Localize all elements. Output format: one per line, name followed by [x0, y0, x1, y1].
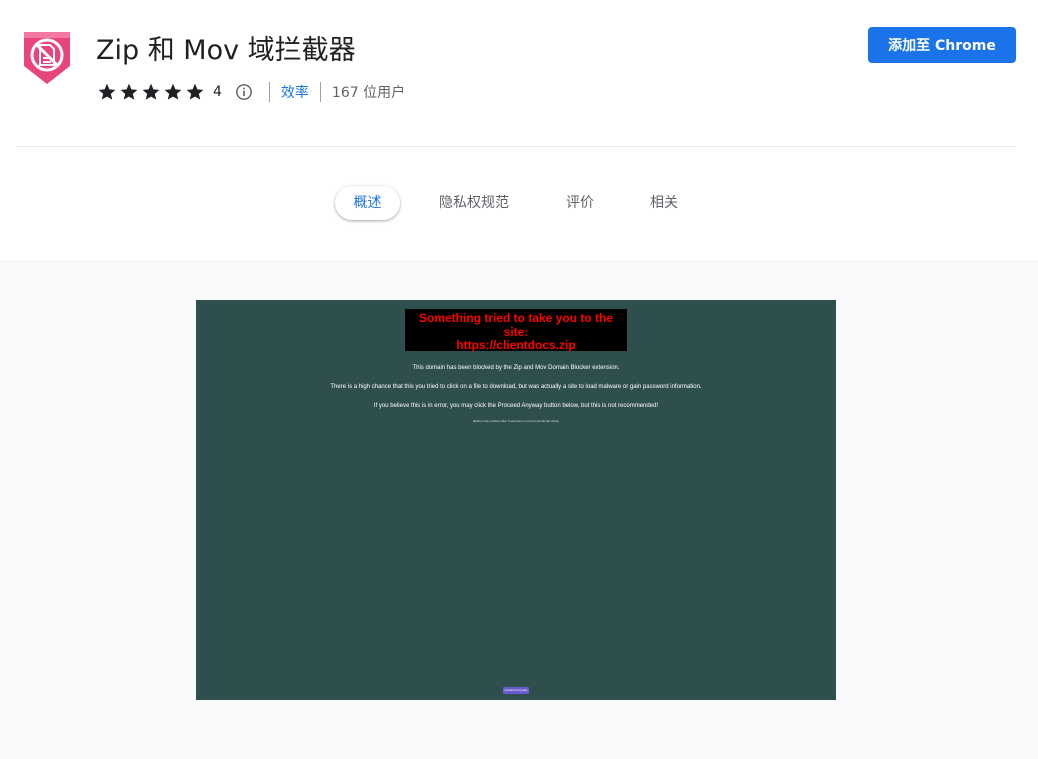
screenshot-text-line: If you believe this is in error, you may… — [373, 403, 659, 409]
add-to-chrome-button[interactable]: 添加至 Chrome — [868, 27, 1016, 63]
screenshot-text-line: This domain has been blocked by the Zip … — [412, 365, 620, 371]
rating-count: 4 — [213, 84, 222, 100]
extension-screenshot[interactable]: Something tried to take you to the site:… — [196, 300, 836, 700]
screenshot-text-line: There is a high chance that this you tri… — [330, 384, 702, 390]
screenshot-warning-heading: Something tried to take you to the site:… — [405, 309, 627, 352]
tab-reviews[interactable]: 评价 — [558, 186, 602, 220]
star-icon — [98, 83, 116, 100]
star-icon — [142, 83, 160, 100]
screenshot-blocked-url: https://clientdocs.zip — [456, 338, 576, 352]
screenshot-note: (Button only enables after 5 seconds to … — [472, 419, 560, 423]
star-icon — [186, 83, 204, 100]
screenshot-gallery: Something tried to take you to the site:… — [0, 260, 1038, 759]
tab-privacy[interactable]: 隐私权规范 — [430, 186, 518, 220]
no-file-shield-icon — [24, 32, 70, 84]
meta-row: 4 效率 167 位用户 — [97, 80, 405, 104]
meta-separator — [319, 82, 321, 102]
star-icon — [120, 83, 138, 100]
detail-tabs: 概述 隐私权规范 评价 相关 — [0, 186, 1038, 222]
tab-related[interactable]: 相关 — [642, 186, 686, 220]
user-count: 167 位用户 — [331, 85, 406, 101]
info-icon[interactable] — [235, 83, 253, 101]
star-icon — [164, 83, 182, 100]
rating-stars[interactable] — [97, 82, 205, 102]
category-link[interactable]: 效率 — [281, 82, 309, 102]
meta-separator — [268, 82, 270, 102]
extension-title: Zip 和 Mov 域拦截器 — [96, 35, 356, 66]
screenshot-heading-line1: Something tried to take you to the site: — [418, 311, 613, 339]
tab-overview[interactable]: 概述 — [335, 186, 400, 220]
screenshot-continue-button: Continue Anyway — [503, 687, 529, 694]
header-divider — [16, 146, 1016, 147]
extension-header: Zip 和 Mov 域拦截器 4 效率 167 位用户 添加至 Chrome 概… — [0, 0, 1038, 260]
